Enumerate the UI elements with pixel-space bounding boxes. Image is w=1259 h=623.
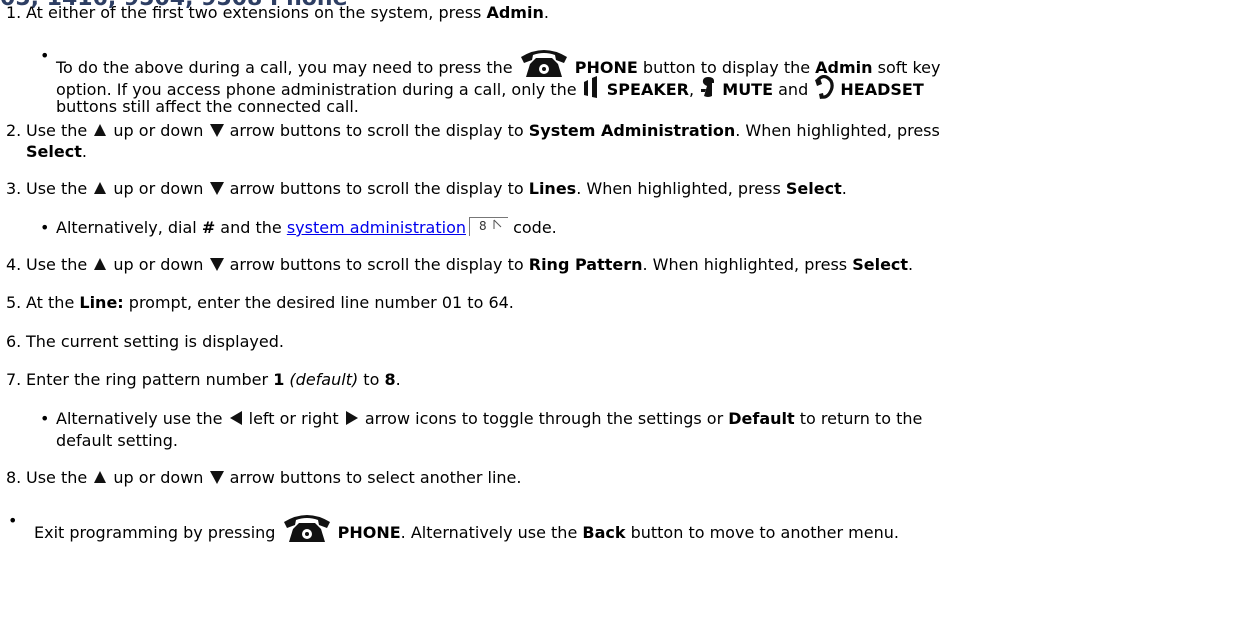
bullet: • xyxy=(40,46,50,65)
step-number: 5. xyxy=(6,293,22,312)
phone-icon xyxy=(520,50,567,77)
speaker-icon xyxy=(583,76,597,98)
down-arrow-icon xyxy=(209,258,224,271)
page-reference[interactable]: 8 xyxy=(469,217,508,236)
step-number: 1. xyxy=(6,3,22,22)
down-arrow-icon xyxy=(209,182,224,195)
down-arrow-icon xyxy=(209,124,224,137)
page-reference-arrow-icon xyxy=(493,219,502,229)
step-number: 7. xyxy=(6,370,22,389)
phone-icon xyxy=(283,515,330,542)
step-number: 4. xyxy=(6,255,22,274)
right-arrow-icon xyxy=(345,411,358,425)
headset-icon xyxy=(815,75,835,99)
down-arrow-icon xyxy=(209,471,224,484)
up-arrow-icon xyxy=(94,182,107,194)
up-arrow-icon xyxy=(94,471,107,483)
step-number: 2. xyxy=(6,121,22,140)
system-administration-link[interactable]: system administration xyxy=(287,218,466,237)
bullet: • xyxy=(40,218,50,237)
bullet: • xyxy=(8,511,18,530)
step-number: 8. xyxy=(6,468,22,487)
up-arrow-icon xyxy=(94,258,107,270)
bullet: • xyxy=(40,409,50,428)
up-arrow-icon xyxy=(94,124,107,136)
mute-icon xyxy=(701,77,715,97)
admin-key: Admin xyxy=(486,3,544,22)
step-number: 6. xyxy=(6,332,22,351)
left-arrow-icon xyxy=(229,411,242,425)
step-number: 3. xyxy=(6,179,22,198)
